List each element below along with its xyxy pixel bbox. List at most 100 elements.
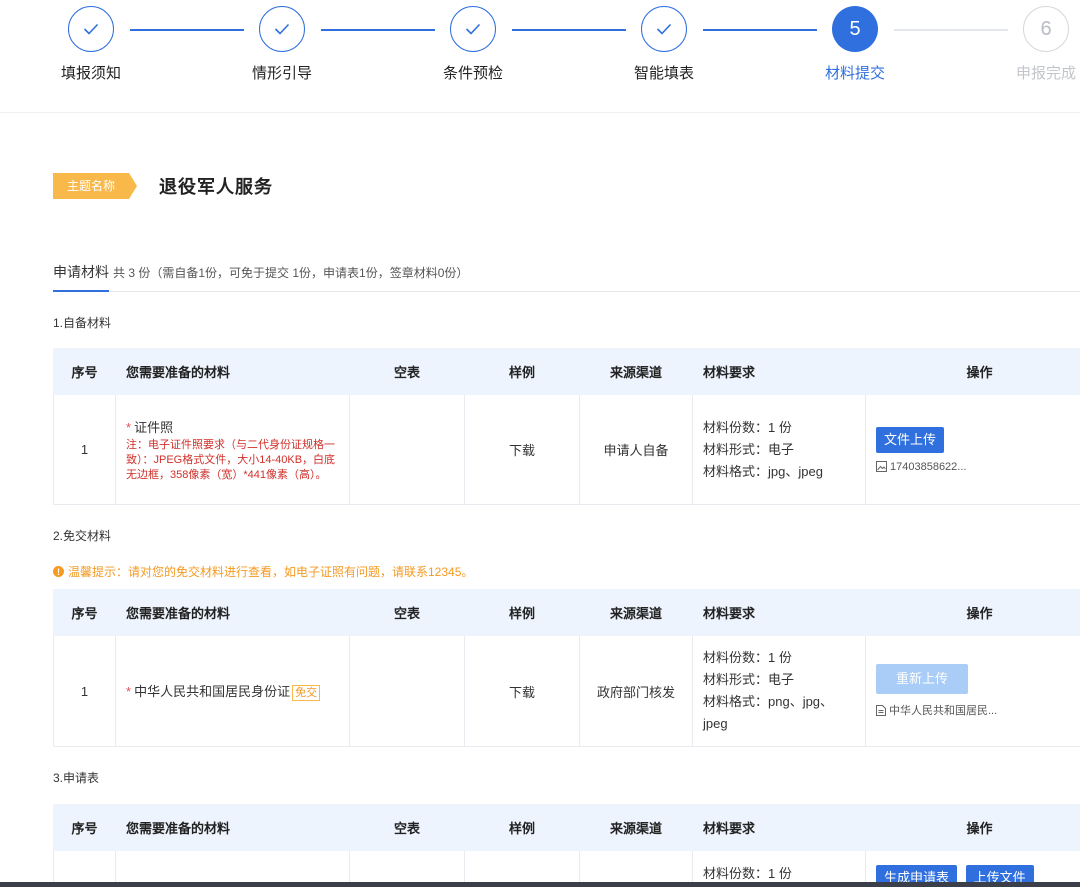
requirement-cell: 材料份数：1 份 材料形式：电子 材料格式：png、jpg、jpeg bbox=[692, 635, 866, 747]
col-operation: 操作 bbox=[865, 589, 1080, 636]
row-no: 1 bbox=[53, 635, 116, 747]
source-cell: 申请人自备 bbox=[579, 394, 693, 505]
col-material: 您需要准备的材料 bbox=[115, 804, 350, 851]
col-requirement: 材料要求 bbox=[692, 804, 866, 851]
section-title-self: 1.自备材料 bbox=[53, 316, 112, 330]
col-requirement: 材料要求 bbox=[692, 348, 866, 395]
required-mark: * bbox=[126, 419, 132, 435]
theme-badge: 主题名称 bbox=[53, 173, 138, 199]
progress-stepper: 填报须知 情形引导 条件预检 智能填表 5 材料提交 6 申报完成 bbox=[0, 0, 1080, 113]
step-label: 条件预检 bbox=[442, 65, 503, 82]
step-3: 条件预检 bbox=[443, 6, 503, 82]
theme-name: 退役军人服务 bbox=[159, 177, 274, 197]
table-header-row: 序号 您需要准备的材料 空表 样例 来源渠道 材料要求 操作 bbox=[53, 804, 1080, 851]
bottom-bar bbox=[0, 882, 1080, 887]
col-requirement: 材料要求 bbox=[692, 589, 866, 636]
materials-summary: 申请材料共 3 份（需自备1份，可免于提交 1份，申请表1份，签章材料0份） bbox=[53, 262, 1080, 292]
reupload-button[interactable]: 重新上传 bbox=[876, 664, 968, 694]
req-form: 材料形式：电子 bbox=[703, 441, 795, 457]
step-5: 5 材料提交 bbox=[825, 6, 885, 82]
step-connector bbox=[512, 29, 626, 31]
material-name: 证件照 bbox=[134, 419, 174, 435]
col-no: 序号 bbox=[53, 348, 116, 395]
material-name: 中华人民共和国居民身份证 bbox=[134, 684, 291, 699]
document-file-icon bbox=[876, 704, 886, 716]
table-header-row: 序号 您需要准备的材料 空表 样例 来源渠道 材料要求 操作 bbox=[53, 348, 1080, 395]
blank-cell bbox=[349, 635, 465, 747]
theme-header: 主题名称 退役军人服务 bbox=[53, 172, 273, 200]
step-number: 5 bbox=[832, 6, 878, 52]
col-sample: 样例 bbox=[464, 589, 580, 636]
file-upload-button[interactable]: 文件上传 bbox=[876, 426, 945, 453]
col-source: 来源渠道 bbox=[579, 348, 693, 395]
table-header-row: 序号 您需要准备的材料 空表 样例 来源渠道 材料要求 操作 bbox=[53, 589, 1080, 636]
col-blank: 空表 bbox=[349, 804, 465, 851]
req-form: 材料形式：电子 bbox=[703, 672, 795, 687]
step-connector bbox=[130, 29, 244, 31]
exempt-materials-table: 序号 您需要准备的材料 空表 样例 来源渠道 材料要求 操作 1 * 中华人民共和… bbox=[53, 589, 1080, 747]
step-2: 情形引导 bbox=[252, 6, 312, 82]
step-4: 智能填表 bbox=[634, 6, 694, 82]
check-icon bbox=[68, 6, 114, 52]
required-mark: * bbox=[126, 684, 132, 699]
section-title-form: 3.申请表 bbox=[53, 771, 100, 785]
sample-download-link[interactable]: 下载 bbox=[464, 635, 580, 747]
col-operation: 操作 bbox=[865, 804, 1080, 851]
step-1: 填报须知 bbox=[61, 6, 121, 82]
step-connector bbox=[703, 29, 817, 31]
warm-tip: ! 温馨提示：请对您的免交材料进行查看，如电子证照有问题，请联系12345。 bbox=[53, 563, 473, 580]
col-blank: 空表 bbox=[349, 589, 465, 636]
table-row: 1 * 中华人民共和国居民身份证 免交 下载 政府部门核发 材料份数：1 份 材料形… bbox=[53, 635, 1080, 747]
self-materials-table: 序号 您需要准备的材料 空表 样例 来源渠道 材料要求 操作 1 * 证件照 注：… bbox=[53, 348, 1080, 505]
req-copies: 材料份数：1 份 bbox=[703, 419, 792, 435]
materials-count: 共 3 份（需自备1份，可免于提交 1份，申请表1份，签章材料0份） bbox=[113, 266, 469, 280]
table-row: 1 * 证件照 注：电子证件照要求（与二代身份证规格一致）：JPEG格式文件，大小… bbox=[53, 394, 1080, 505]
tab-materials[interactable]: 申请材料 bbox=[53, 262, 109, 292]
check-icon bbox=[641, 6, 687, 52]
col-source: 来源渠道 bbox=[579, 589, 693, 636]
col-source: 来源渠道 bbox=[579, 804, 693, 851]
requirement-cell: 材料份数：1 份 材料形式：电子 材料格式：jpg、jpeg bbox=[692, 394, 866, 505]
col-material: 您需要准备的材料 bbox=[115, 348, 350, 395]
step-label: 申报完成 bbox=[1015, 65, 1076, 82]
material-cell: * 证件照 注：电子证件照要求（与二代身份证规格一致）：JPEG格式文件，大小14… bbox=[115, 394, 350, 505]
col-blank: 空表 bbox=[349, 348, 465, 395]
step-connector bbox=[321, 29, 435, 31]
col-material: 您需要准备的材料 bbox=[115, 589, 350, 636]
image-file-icon bbox=[876, 461, 887, 472]
step-6: 6 申报完成 bbox=[1016, 6, 1076, 82]
req-format: 材料格式：jpg、jpeg bbox=[703, 463, 823, 479]
material-note: 注：电子证件照要求（与二代身份证规格一致）：JPEG格式文件，大小14-40KB… bbox=[126, 438, 336, 481]
file-name: 中华人民共和国居民... bbox=[889, 705, 998, 717]
sample-download-link[interactable]: 下载 bbox=[464, 394, 580, 505]
step-label: 情形引导 bbox=[251, 65, 312, 82]
exempt-badge: 免交 bbox=[292, 685, 321, 701]
step-label: 填报须知 bbox=[60, 65, 121, 82]
req-copies: 材料份数：1 份 bbox=[703, 650, 792, 665]
step-connector bbox=[894, 29, 1008, 31]
row-no: 1 bbox=[53, 394, 116, 505]
step-label: 智能填表 bbox=[633, 65, 694, 82]
col-sample: 样例 bbox=[464, 348, 580, 395]
operation-cell: 重新上传 中华人民共和国居民... bbox=[865, 635, 1080, 747]
req-format: 材料格式：png、jpg、jpeg bbox=[703, 694, 834, 731]
file-name: 17403858622... bbox=[890, 460, 967, 473]
material-cell: * 中华人民共和国居民身份证 免交 bbox=[115, 635, 350, 747]
step-label: 材料提交 bbox=[824, 65, 885, 82]
blank-cell bbox=[349, 394, 465, 505]
check-icon bbox=[450, 6, 496, 52]
tip-text: 温馨提示：请对您的免交材料进行查看，如电子证照有问题，请联系12345。 bbox=[68, 565, 474, 579]
operation-cell: 文件上传 17403858622... bbox=[865, 394, 1080, 505]
col-operation: 操作 bbox=[865, 348, 1080, 395]
check-icon bbox=[259, 6, 305, 52]
source-cell: 政府部门核发 bbox=[579, 635, 693, 747]
step-number: 6 bbox=[1023, 6, 1069, 52]
uploaded-file[interactable]: 中华人民共和国居民... bbox=[876, 702, 1080, 718]
col-no: 序号 bbox=[53, 589, 116, 636]
application-form-table: 序号 您需要准备的材料 空表 样例 来源渠道 材料要求 操作 材料份数：1 份 … bbox=[53, 804, 1080, 887]
uploaded-file[interactable]: 17403858622... bbox=[876, 461, 1080, 473]
section-title-exempt: 2.免交材料 bbox=[53, 529, 112, 543]
warning-icon: ! bbox=[53, 566, 64, 577]
col-sample: 样例 bbox=[464, 804, 580, 851]
col-no: 序号 bbox=[53, 804, 116, 851]
